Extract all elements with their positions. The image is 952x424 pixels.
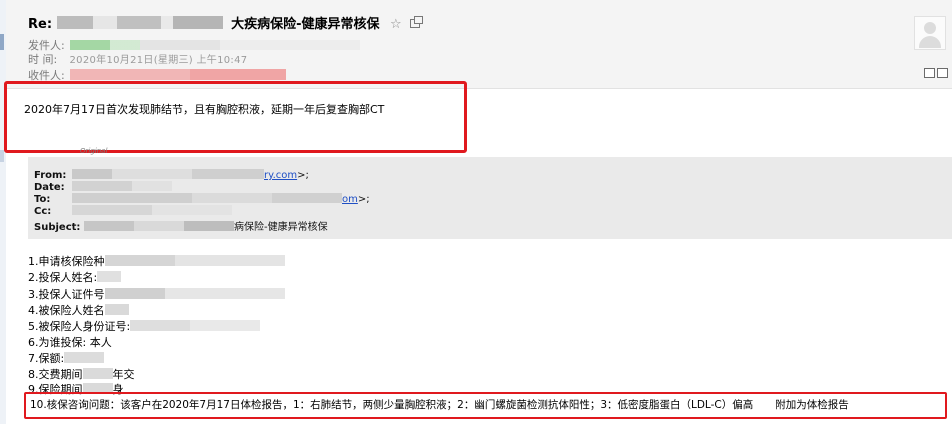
quoted-header: From: ry.com>; Date: To: om>; Cc: Subject:… bbox=[28, 157, 952, 239]
email-subject: Re: 大疾病保险-健康异常核保 ☆ bbox=[28, 13, 424, 32]
original-message-label: Original bbox=[80, 147, 108, 155]
rail-marker bbox=[0, 150, 4, 162]
field-item: 6.为谁投保: 本人 bbox=[28, 336, 112, 349]
subject-text: 大疾病保险-健康异常核保 bbox=[231, 17, 380, 32]
redacted-mask bbox=[104, 304, 129, 315]
quote-from-row: From: ry.com>; bbox=[34, 169, 309, 181]
field-item: 10.核保咨询问题：该客户在2020年7月17日体检报告，1：右肺结节，两侧少量… bbox=[30, 397, 849, 412]
avatar[interactable] bbox=[914, 16, 946, 50]
rail-marker bbox=[0, 34, 4, 50]
reply-highlight-box bbox=[4, 81, 467, 153]
to-label: To: bbox=[34, 194, 51, 205]
field-item: 5.被保险人身份证号: bbox=[28, 318, 261, 334]
from-email-link[interactable]: ry.com bbox=[264, 170, 297, 181]
redacted-mask bbox=[130, 320, 261, 331]
field-item: 4.被保险人姓名 bbox=[28, 302, 129, 318]
redacted-mask bbox=[72, 205, 232, 215]
redacted-mask bbox=[72, 169, 264, 179]
redacted-mask bbox=[104, 288, 285, 299]
redacted-mask[interactable] bbox=[69, 40, 360, 50]
from-tail: >; bbox=[297, 170, 309, 181]
star-icon[interactable]: ☆ bbox=[390, 17, 402, 32]
question-text: 10.核保咨询问题：该客户在2020年7月17日体检报告，1：右肺结节，两侧少量… bbox=[30, 399, 754, 411]
field-item: 7.保额: bbox=[28, 350, 105, 366]
redacted-mask[interactable] bbox=[69, 69, 286, 80]
popout-window-icon[interactable] bbox=[410, 16, 424, 28]
field-item: 1.申请核保险种 bbox=[28, 253, 285, 269]
to-email-link[interactable]: om bbox=[342, 194, 358, 205]
from-label: From: bbox=[34, 170, 67, 181]
redacted-mask bbox=[64, 352, 105, 363]
reply-body-text: 2020年7月17日首次发现肺结节，且有胸腔积液，延期一年后复查胸部CT bbox=[24, 103, 385, 116]
quote-date-row: Date: bbox=[34, 181, 172, 193]
print-icon[interactable] bbox=[937, 68, 948, 78]
field-item: 2.投保人姓名: bbox=[28, 269, 122, 285]
attachment-icon[interactable] bbox=[924, 68, 935, 78]
to-tail: >; bbox=[357, 194, 370, 205]
quote-subject-row: Subject: 病保险-健康异常核保 bbox=[34, 218, 328, 233]
time-row: 时 间: 2020年10月21日(星期三) 上午10:47 bbox=[28, 51, 247, 67]
quote-cc-row: Cc: bbox=[34, 205, 232, 217]
time-value: 2020年10月21日(星期三) 上午10:47 bbox=[69, 55, 248, 66]
redacted-mask bbox=[72, 193, 342, 203]
subject-label: Subject: bbox=[34, 222, 81, 233]
redacted-mask bbox=[82, 368, 113, 379]
redacted-mask bbox=[56, 16, 223, 29]
redacted-mask bbox=[72, 181, 172, 191]
date-label: Date: bbox=[34, 182, 65, 193]
subject-tail: 病保险-健康异常核保 bbox=[234, 222, 328, 233]
quote-to-row: To: om>; bbox=[34, 193, 370, 205]
redacted-mask bbox=[97, 271, 122, 282]
time-label: 时 间: bbox=[28, 53, 58, 66]
email-header: Re: 大疾病保险-健康异常核保 ☆ 发件人: 时 间: 2020年10月21日… bbox=[6, 0, 952, 89]
redacted-mask bbox=[84, 221, 234, 231]
attachment-note: 附加为体检报告 bbox=[775, 399, 849, 411]
redacted-mask bbox=[104, 255, 285, 266]
cc-label: Cc: bbox=[34, 206, 52, 217]
field-item: 8.交费期间 年交 bbox=[28, 368, 135, 381]
field-item: 3.投保人证件号 bbox=[28, 286, 285, 302]
subject-prefix: Re: bbox=[28, 17, 53, 32]
